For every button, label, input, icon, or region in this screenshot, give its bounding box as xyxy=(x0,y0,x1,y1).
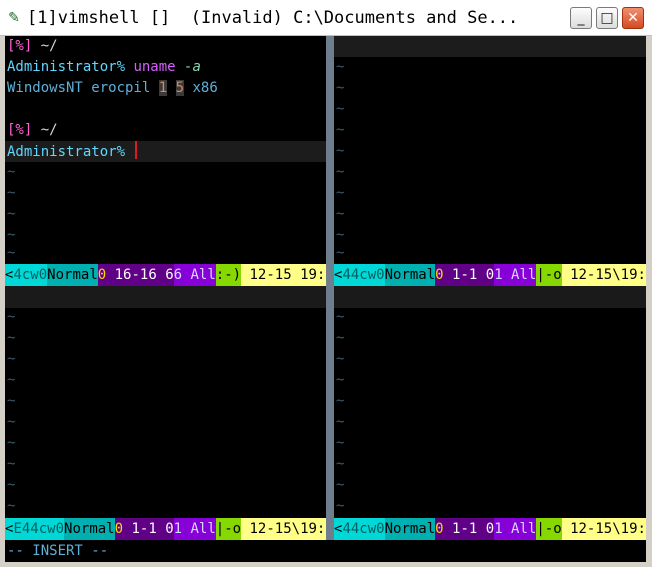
minimize-button[interactable]: _ xyxy=(570,7,592,29)
empty-line-tilde: ~ xyxy=(336,414,345,430)
title-bar[interactable]: ✎ [1]vimshell [] (Invalid) C:\Documents … xyxy=(0,0,652,36)
status-line[interactable]: <44cw0Normal0 1-1 01 All|-o 12-15\19:32 xyxy=(334,264,646,286)
text-cursor xyxy=(135,141,138,159)
empty-pane-top-right[interactable]: ~ ~ ~ ~ ~ ~ ~ ~ ~ ~ xyxy=(334,36,646,264)
status-line[interactable]: <E44cw0Normal0 1-1 01 All|-o 12-15\19:32 xyxy=(5,518,326,540)
vimshell-pane[interactable]: [%] ~/ Administrator% uname -a WindowsNT… xyxy=(5,36,326,264)
empty-line-tilde: ~ xyxy=(7,330,16,346)
terminal-area[interactable]: [%] ~/ Administrator% uname -a WindowsNT… xyxy=(5,36,646,562)
empty-line-tilde: ~ xyxy=(7,456,16,472)
vertical-split-separator[interactable] xyxy=(326,36,334,540)
empty-line-tilde: ~ xyxy=(7,185,16,201)
clock: 12-15 19:32 xyxy=(241,264,326,286)
empty-line-tilde: ~ xyxy=(336,59,345,75)
maximize-button[interactable]: □ xyxy=(596,7,618,29)
empty-line-tilde: ~ xyxy=(336,101,345,117)
empty-line-tilde: ~ xyxy=(336,477,345,493)
empty-line-tilde: ~ xyxy=(336,80,345,96)
empty-line-tilde: ~ xyxy=(7,351,16,367)
empty-line-tilde: ~ xyxy=(336,393,345,409)
empty-line-tilde: ~ xyxy=(336,185,345,201)
clock: 12-15\19:32 xyxy=(561,264,646,286)
empty-line-tilde: ~ xyxy=(336,206,345,222)
mode-indicator: Normal xyxy=(64,518,115,540)
insert-mode-indicator: -- INSERT -- xyxy=(7,543,109,559)
prompt-line: [%] ~/ xyxy=(7,38,58,54)
window-title: [1]vimshell [] (Invalid) C:\Documents an… xyxy=(27,8,519,28)
empty-line-tilde: ~ xyxy=(336,330,345,346)
mode-indicator: Normal xyxy=(47,264,98,286)
empty-line-tilde: ~ xyxy=(7,393,16,409)
empty-line-tilde: ~ xyxy=(336,143,345,159)
clock: 12-15\19:32 xyxy=(241,518,326,540)
empty-line-tilde: ~ xyxy=(7,206,16,222)
empty-line-tilde: ~ xyxy=(336,498,345,514)
empty-line-tilde: ~ xyxy=(7,309,16,325)
empty-line-tilde: ~ xyxy=(7,372,16,388)
status-line[interactable]: <4cw0Normal0 16-16 66 All:-) 12-15 19:32 xyxy=(5,264,326,286)
cursor-position: 1-1 0 xyxy=(443,518,495,540)
cursor-position: 1-1 0 xyxy=(123,518,174,540)
status-line[interactable]: <44cw0Normal0 1-1 01 All|-o 12-15\19:32 xyxy=(334,518,646,540)
close-button[interactable]: ✕ xyxy=(622,7,644,29)
clock: 12-15\19:32 xyxy=(561,518,646,540)
empty-line-tilde: ~ xyxy=(336,372,345,388)
empty-pane-bottom-right[interactable]: ~ ~ ~ ~ ~ ~ ~ ~ ~ ~ xyxy=(334,286,646,518)
prompt-line: [%] ~/ xyxy=(7,122,58,138)
empty-line-tilde: ~ xyxy=(7,245,16,261)
cursor-position: 1-1 0 xyxy=(443,264,495,286)
command-line: Administrator% uname -a xyxy=(7,59,201,75)
cursor-position: 16-16 6 xyxy=(106,264,174,286)
cursor-line-highlight xyxy=(334,36,646,57)
empty-line-tilde: ~ xyxy=(336,122,345,138)
empty-pane-bottom-left[interactable]: ~ ~ ~ ~ ~ ~ ~ ~ ~ ~ xyxy=(5,286,326,518)
empty-line-tilde: ~ xyxy=(336,456,345,472)
empty-line-tilde: ~ xyxy=(336,309,345,325)
mode-indicator: Normal xyxy=(384,264,436,286)
command-line-area[interactable]: -- INSERT -- xyxy=(5,540,646,562)
empty-line-tilde: ~ xyxy=(336,164,345,180)
active-prompt-line[interactable]: Administrator% xyxy=(7,141,138,162)
empty-line-tilde: ~ xyxy=(336,351,345,367)
empty-line-tilde: ~ xyxy=(336,435,345,451)
mode-indicator: Normal xyxy=(384,518,436,540)
output-line: WindowsNT erocpil 1 5 x86 xyxy=(7,80,218,96)
empty-line-tilde: ~ xyxy=(7,498,16,514)
empty-line-tilde: ~ xyxy=(7,164,16,180)
empty-line-tilde: ~ xyxy=(7,414,16,430)
empty-line-tilde: ~ xyxy=(7,435,16,451)
empty-line-tilde: ~ xyxy=(336,245,345,261)
vim-icon: ✎ xyxy=(8,10,20,26)
empty-line-tilde: ~ xyxy=(7,477,16,493)
